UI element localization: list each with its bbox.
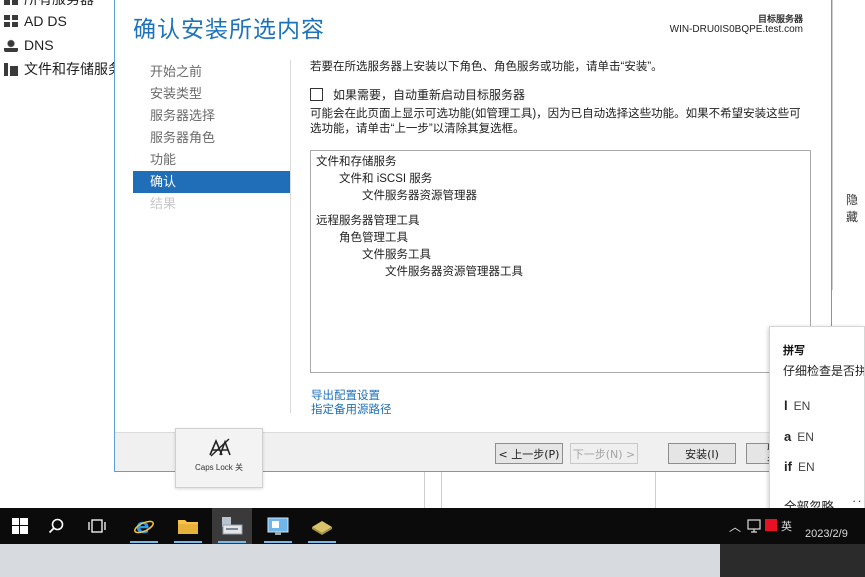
optional-features-note: 可能会在此页面上显示可选功能(如管理工具)，因为已自动选择这些功能。如果不希望安… [310,108,801,135]
steps-divider [290,60,291,413]
taskbar-app-ie[interactable]: e [124,508,164,544]
taskbar-app-server-manager[interactable] [212,508,252,544]
suggestion-lang: EN [793,399,811,413]
start-icon [12,518,28,534]
feature-item: 文件服务器资源管理器工具 [385,266,523,278]
intro-text: 若要在所选服务器上安装以下角色、角色服务或功能，请单击“安装”。 [310,61,663,73]
suggestion-word: a [784,429,792,444]
spelling-popup: 拼写 仔细检查是否拼 l EN a EN if EN 全部忽略 ·· [769,326,865,524]
nav-item-label: AD DS [24,13,67,29]
start-button[interactable] [0,508,40,544]
background-strip [0,544,865,577]
task-view-button[interactable] [77,508,117,544]
pane-divider [832,0,833,290]
taskbar-app-explorer[interactable] [168,508,208,544]
internet-explorer-icon: e [134,515,154,537]
suggestion-item[interactable]: a EN [784,429,814,444]
caps-lock-popup: Caps Lock 关 [175,428,263,488]
step-installation-type[interactable]: 安装类型 [133,83,290,105]
install-button[interactable]: 安装(I) [668,443,736,464]
network-icon[interactable] [747,519,762,533]
step-confirmation[interactable]: 确认 [133,171,290,193]
input-language-indicator[interactable]: 英 [781,518,792,534]
restart-option[interactable]: 如果需要，自动重新启动目标服务器 [310,86,525,103]
server-manager-nav: 所有服务器 AD DS DNS 文件和存储服务 [0,0,122,90]
storage-app-icon [312,521,332,535]
restart-checkbox-label[interactable]: 如果需要，自动重新启动目标服务器 [333,86,525,103]
feature-item: 远程服务器管理工具 [316,215,420,227]
step-server-selection[interactable]: 服务器选择 [133,105,290,127]
step-before-you-begin[interactable]: 开始之前 [133,61,290,83]
system-tray: ︿ 英 2023/2/9 [725,508,865,544]
suggestion-item[interactable]: l EN [784,398,810,413]
nav-item-label: DNS [24,37,54,53]
tray-chevron-icon[interactable]: ︿ [729,518,741,535]
selected-features-list[interactable]: 文件和存储服务 文件和 iSCSI 服务 文件服务器资源管理器 远程服务器管理工… [310,150,811,373]
server-manager-icon [222,517,243,535]
page-title: 确认安装所选内容 [133,16,325,42]
caps-lock-label: Caps Lock 关 [194,463,244,472]
dns-icon [4,38,18,52]
task-view-icon [88,519,106,533]
suggestion-item[interactable]: if EN [784,459,815,474]
nav-item-label: 文件和存储服务 [24,61,122,77]
feature-item: 文件和 iSCSI 服务 [339,173,433,185]
nav-item-file-storage[interactable]: 文件和存储服务 [4,59,122,79]
nav-item-label: 所有服务器 [24,0,94,9]
tray-date[interactable]: 2023/2/9 [805,528,848,540]
spelling-title: 拼写 [783,345,805,357]
suggestion-word: l [784,398,788,413]
suggestion-word: if [784,459,792,474]
servers-icon [4,0,18,6]
feature-item: 角色管理工具 [339,232,408,244]
file-storage-icon [4,62,18,76]
step-features[interactable]: 功能 [133,149,290,171]
caps-lock-off-icon [209,438,231,457]
more-options-button[interactable]: ·· [852,493,863,508]
taskbar-app-remote[interactable] [258,508,298,544]
wizard-steps-nav: 开始之前 安装类型 服务器选择 服务器角色 功能 确认 结果 [133,61,290,215]
notification-error-icon[interactable] [765,519,777,531]
feature-item: 文件和存储服务 [316,156,397,168]
taskbar-app-storage[interactable] [302,508,342,544]
ad-ds-icon [4,14,18,28]
step-server-roles[interactable]: 服务器角色 [133,127,290,149]
nav-item-dns[interactable]: DNS [4,35,54,55]
search-button[interactable] [36,508,76,544]
add-roles-wizard-dialog: 确认安装所选内容 目标服务器 WIN-DRU0IS0BQPE.test.com … [114,0,832,472]
remote-desktop-icon [267,517,289,535]
nav-item-ad-ds[interactable]: AD DS [4,11,67,31]
hide-link[interactable]: 隐藏 [846,191,865,225]
next-button: 下一步(N) > [570,443,638,464]
file-explorer-icon [178,520,198,534]
suggestion-lang: EN [797,460,815,474]
previous-button[interactable]: < 上一步(P) [495,443,563,464]
grid-divider [441,472,442,508]
destination-server-name: WIN-DRU0IS0BQPE.test.com [669,24,803,35]
step-results: 结果 [150,196,177,211]
feature-spacer [316,205,805,213]
search-icon [48,518,64,534]
taskbar: e ︿ 英 2023/2/9 [0,508,865,544]
spelling-description: 仔细检查是否拼 [783,364,865,378]
feature-item: 文件服务器资源管理器 [362,190,477,202]
nav-item-all-servers[interactable]: 所有服务器 [4,0,94,9]
grid-divider [655,472,656,508]
feature-item: 文件服务工具 [362,249,431,261]
alternate-source-link[interactable]: 指定备用源路径 [311,401,392,417]
grid-divider [424,472,425,508]
background-window [0,544,720,577]
suggestion-lang: EN [797,430,814,444]
restart-checkbox[interactable] [310,88,323,101]
